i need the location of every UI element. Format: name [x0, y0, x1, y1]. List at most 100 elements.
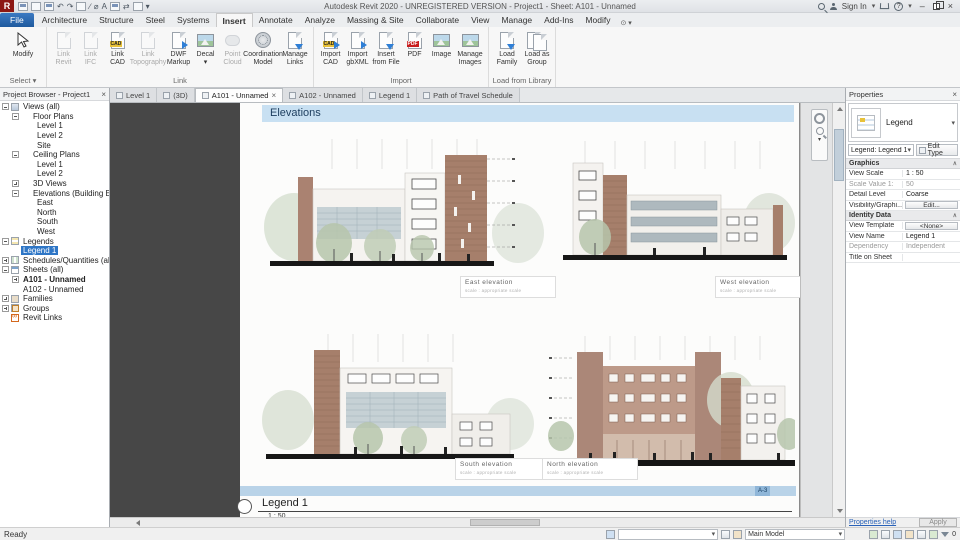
navbar-dropdown-icon[interactable]: ▾ [818, 137, 821, 143]
load-as-group-button[interactable]: Load as Group [522, 29, 552, 73]
scroll-up-icon[interactable] [836, 107, 843, 111]
property-row[interactable]: View Scale 1 : 50 [846, 169, 960, 180]
tab-view[interactable]: View [465, 13, 495, 27]
collapse-icon[interactable] [12, 151, 19, 159]
coordination-model-button[interactable]: Coordination Model [243, 29, 283, 73]
doc-tab-legend1[interactable]: Legend 1 [362, 88, 418, 102]
text-icon[interactable]: A [102, 2, 107, 11]
import-gbxml-button[interactable]: Import gbXML [344, 29, 371, 73]
file-tab[interactable]: File [0, 13, 34, 27]
tree-item-site[interactable]: Site [0, 140, 109, 150]
save-icon[interactable] [44, 1, 54, 11]
tree-item-ceiling-level1[interactable]: Level 1 [0, 160, 109, 170]
account-dropdown-icon[interactable]: ▾ [872, 2, 876, 10]
tab-insert[interactable]: Insert [215, 13, 253, 27]
tab-systems[interactable]: Systems [171, 13, 216, 27]
doc-tab-3d[interactable]: (3D) [157, 88, 195, 102]
tree-item-3d-views[interactable]: 3D Views [0, 179, 109, 189]
tab-addins[interactable]: Add-Ins [538, 13, 579, 27]
link-cad-button[interactable]: CAD Link CAD [104, 29, 131, 73]
exclude-options-icon[interactable] [869, 529, 879, 539]
pdf-button[interactable]: PDF PDF [401, 29, 428, 73]
doc-tab-a102[interactable]: A102 - Unnamed [283, 88, 363, 102]
select-pinned-icon[interactable] [917, 529, 927, 539]
thin-lines-icon[interactable] [132, 1, 143, 11]
editable-only-icon[interactable] [721, 529, 731, 539]
ribbon-display-toggle-icon[interactable]: ⊙ ▾ [621, 19, 632, 27]
tree-item-families[interactable]: Families [0, 294, 109, 304]
project-browser-close-icon[interactable]: × [101, 90, 106, 99]
doc-tab-a101[interactable]: A101 - Unnamed × [194, 88, 284, 102]
tab-analyze[interactable]: Analyze [299, 13, 341, 27]
qat-customize-icon[interactable]: ▾ [146, 2, 150, 11]
tree-item-floor-plans[interactable]: Floor Plans [0, 112, 109, 122]
collapse-icon[interactable] [12, 112, 19, 120]
tree-item-a101[interactable]: A101 - Unnamed [0, 275, 109, 285]
scroll-left-icon[interactable] [136, 520, 140, 526]
collapse-icon[interactable] [2, 103, 9, 111]
expand-icon[interactable] [12, 275, 19, 283]
design-options-combo[interactable]: Main Model ▾ [745, 528, 846, 540]
dwf-markup-button[interactable]: DWF Markup [165, 29, 192, 73]
tree-item-legend1[interactable]: Legend 1 [0, 246, 109, 256]
vertical-scroll-thumb[interactable] [834, 129, 844, 181]
open-icon[interactable] [31, 1, 41, 11]
3d-view-icon[interactable] [109, 1, 120, 11]
tree-item-schedules[interactable]: Schedules/Quantities (all) [0, 256, 109, 266]
expand-icon[interactable] [2, 256, 9, 264]
design-options-icon[interactable] [733, 529, 743, 539]
view-template-button[interactable]: <None> [905, 221, 958, 230]
tree-item-views[interactable]: Views (all) [0, 102, 109, 112]
vertical-scrollbar[interactable] [832, 103, 845, 517]
decal-button[interactable]: Decal ▾ [192, 29, 219, 73]
store-cart-icon[interactable] [880, 3, 890, 10]
doc-tab-level1[interactable]: Level 1 [110, 88, 158, 102]
tree-item-east[interactable]: East [0, 198, 109, 208]
new-icon[interactable] [18, 1, 28, 11]
undo-icon[interactable]: ↶ [57, 2, 64, 11]
collapse-icon[interactable] [2, 237, 9, 245]
tab-steel[interactable]: Steel [140, 13, 171, 27]
navigation-bar[interactable]: ▾ [811, 109, 828, 161]
tree-item-ceiling-level2[interactable]: Level 2 [0, 169, 109, 179]
select-by-face-icon[interactable] [929, 529, 939, 539]
minimize-button[interactable]: – [917, 1, 928, 12]
expand-icon[interactable] [2, 295, 9, 303]
collapse-section-icon[interactable]: ∧ [953, 212, 957, 219]
restore-button[interactable] [932, 0, 944, 10]
property-row[interactable]: Title on Sheet [846, 253, 960, 263]
tree-item-sheets[interactable]: Sheets (all) [0, 265, 109, 275]
collapse-icon[interactable] [2, 266, 9, 274]
measure-icon[interactable]: ∕ [89, 2, 90, 11]
instance-selector[interactable]: Legend: Legend 1 ▾ [848, 144, 914, 156]
east-elevation-drawing[interactable] [262, 129, 546, 279]
modify-button[interactable]: Modify [3, 29, 43, 73]
steering-wheel-icon[interactable] [814, 113, 825, 124]
tab-annotate[interactable]: Annotate [253, 13, 299, 27]
tree-item-north[interactable]: North [0, 208, 109, 218]
print-icon[interactable] [76, 1, 87, 11]
tree-item-south[interactable]: South [0, 217, 109, 227]
help-dropdown-icon[interactable]: ▾ [908, 2, 912, 10]
select-underlay-icon[interactable] [905, 529, 915, 539]
close-button[interactable]: × [945, 1, 956, 12]
zoom-icon[interactable] [815, 127, 824, 135]
tree-item-ceiling-plans[interactable]: Ceiling Plans [0, 150, 109, 160]
tree-item-level1[interactable]: Level 1 [0, 121, 109, 131]
section-icon[interactable]: ⇄ [123, 2, 130, 11]
import-cad-button[interactable]: CAD Import CAD [317, 29, 344, 73]
tab-architecture[interactable]: Architecture [36, 13, 93, 27]
collapse-icon[interactable] [12, 189, 19, 197]
sheet-a101[interactable]: Elevations East elevation scale: approp… [237, 103, 811, 517]
property-row[interactable]: View Template <None> [846, 221, 960, 232]
worksets-combo[interactable]: ▾ [618, 528, 719, 540]
property-row[interactable]: View Name Legend 1 [846, 232, 960, 242]
revit-app-icon[interactable]: R [0, 0, 14, 12]
search-icon[interactable] [817, 2, 825, 10]
tab-massing-site[interactable]: Massing & Site [341, 13, 410, 27]
south-elevation-drawing[interactable] [258, 328, 540, 470]
tree-item-groups[interactable]: Groups [0, 303, 109, 313]
tab-structure[interactable]: Structure [93, 13, 140, 27]
legend-viewport-selection[interactable] [240, 486, 796, 496]
press-drag-icon[interactable] [881, 529, 891, 539]
